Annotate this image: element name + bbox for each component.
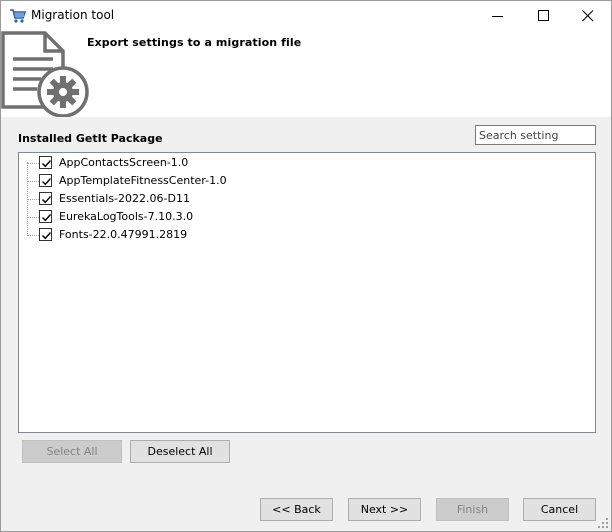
select-all-button[interactable]: Select All: [22, 440, 122, 463]
package-checkbox[interactable]: [39, 156, 52, 169]
maximize-button[interactable]: [521, 1, 567, 31]
tree-item[interactable]: Essentials-2022.06-D11: [19, 190, 419, 208]
tree-connector: [28, 181, 39, 182]
close-button[interactable]: [565, 1, 611, 31]
package-label: Fonts-22.0.47991.2819: [59, 228, 188, 241]
cart-icon: [9, 8, 27, 24]
document-gear-icon: [1, 31, 89, 118]
package-label: Essentials-2022.06-D11: [59, 192, 190, 205]
resize-grip-icon[interactable]: [597, 517, 609, 529]
minimize-icon: [492, 16, 503, 17]
tree-item[interactable]: Fonts-22.0.47991.2819: [19, 226, 419, 244]
search-input[interactable]: [475, 125, 596, 145]
header-title: Export settings to a migration file: [87, 36, 302, 49]
package-checkbox[interactable]: [39, 210, 52, 223]
checkmark-icon: [42, 196, 52, 204]
window-title: Migration tool: [31, 8, 115, 22]
package-label: EurekaLogTools-7.10.3.0: [59, 210, 194, 223]
title-bar[interactable]: Migration tool: [1, 1, 611, 31]
tree-connector: [28, 217, 39, 218]
migration-tool-window: Migration tool Export settings to a migr…: [0, 0, 612, 532]
minimize-button[interactable]: [475, 1, 521, 31]
cancel-button[interactable]: Cancel: [523, 498, 596, 521]
tree-item[interactable]: AppTemplateFitnessCenter-1.0: [19, 172, 419, 190]
back-button[interactable]: << Back: [260, 498, 333, 521]
close-icon: [582, 10, 594, 22]
package-checkbox[interactable]: [39, 192, 52, 205]
package-tree[interactable]: AppContactsScreen-1.0 AppTemplateFitnessC…: [18, 152, 596, 433]
checkmark-icon: [42, 178, 52, 186]
wizard-header: Export settings to a migration file: [1, 31, 611, 118]
tree-connector: [28, 163, 39, 164]
package-checkbox[interactable]: [39, 174, 52, 187]
tree-item[interactable]: EurekaLogTools-7.10.3.0: [19, 208, 419, 226]
package-label: AppContactsScreen-1.0: [59, 156, 189, 169]
package-checkbox[interactable]: [39, 228, 52, 241]
next-button[interactable]: Next >>: [348, 498, 421, 521]
tree-connector: [28, 235, 39, 236]
installed-packages-label: Installed GetIt Package: [18, 132, 163, 145]
package-label: AppTemplateFitnessCenter-1.0: [59, 174, 227, 187]
checkmark-icon: [42, 160, 52, 168]
maximize-icon: [538, 10, 549, 21]
deselect-all-button[interactable]: Deselect All: [130, 440, 230, 463]
finish-button[interactable]: Finish: [436, 498, 509, 521]
checkmark-icon: [42, 214, 52, 222]
tree-connector: [28, 199, 39, 200]
checkmark-icon: [42, 232, 52, 240]
tree-item[interactable]: AppContactsScreen-1.0: [19, 154, 419, 172]
